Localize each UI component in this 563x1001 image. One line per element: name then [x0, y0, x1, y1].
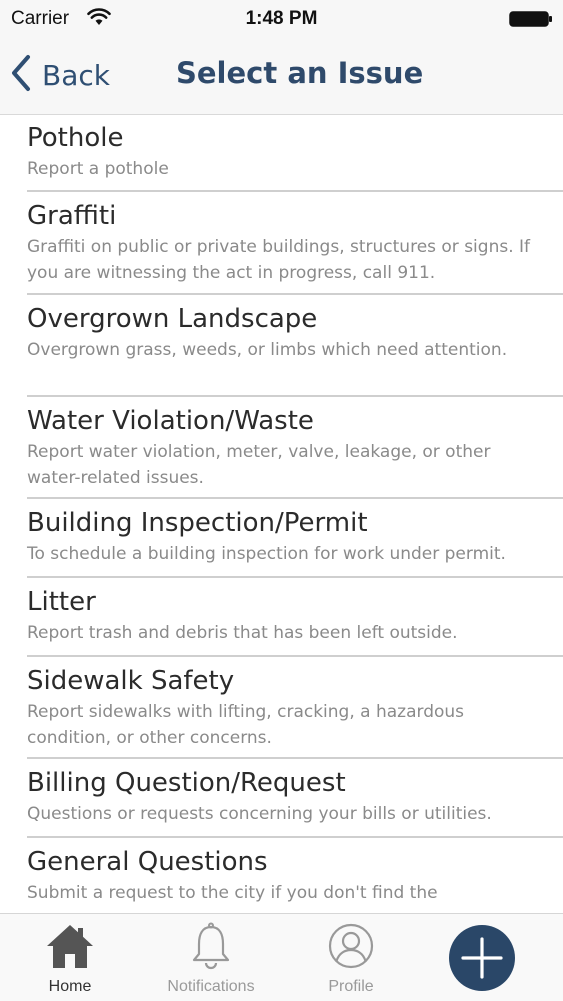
- issue-description: To schedule a building inspection for wo…: [27, 544, 506, 564]
- issue-description: Report water violation, meter, valve, le…: [27, 442, 491, 488]
- divider: [27, 293, 563, 295]
- divider: [27, 655, 563, 657]
- issue-item-water-violation[interactable]: Water Violation/Waste Report water viola…: [0, 398, 563, 498]
- navigation-bar: Back Select an Issue: [0, 38, 563, 115]
- issue-description: Report sidewalks with lifting, cracking,…: [27, 702, 465, 748]
- divider: [27, 497, 563, 499]
- divider: [27, 757, 563, 759]
- issue-description: Overgrown grass, weeds, or limbs which n…: [27, 340, 508, 360]
- tab-bar: Home Notifications Profile: [0, 913, 563, 1001]
- issue-item-graffiti[interactable]: Graffiti Graffiti on public or private b…: [0, 193, 563, 294]
- tab-label: Home: [48, 978, 92, 995]
- issue-item-building-inspection[interactable]: Building Inspection/Permit To schedule a…: [0, 500, 563, 577]
- tab-profile[interactable]: Profile: [301, 914, 401, 1001]
- issue-title: General Questions: [27, 847, 268, 877]
- user-icon: [327, 922, 375, 974]
- tab-label: Notifications: [167, 978, 255, 995]
- add-button[interactable]: [449, 925, 515, 991]
- tab-label: Profile: [328, 978, 374, 995]
- chevron-left-icon: [10, 54, 32, 96]
- issue-item-sidewalk-safety[interactable]: Sidewalk Safety Report sidewalks with li…: [0, 658, 563, 758]
- home-icon: [45, 922, 95, 974]
- issue-title: Sidewalk Safety: [27, 666, 235, 696]
- issue-item-general-questions[interactable]: General Questions Submit a request to th…: [0, 839, 563, 913]
- divider: [27, 576, 563, 578]
- issue-list[interactable]: Pothole Report a pothole Graffiti Graffi…: [0, 115, 563, 913]
- issue-item-overgrown-landscape[interactable]: Overgrown Landscape Overgrown grass, wee…: [0, 296, 563, 396]
- issue-title: Building Inspection/Permit: [27, 508, 368, 538]
- issue-item-pothole[interactable]: Pothole Report a pothole: [0, 115, 563, 191]
- plus-icon: [449, 925, 515, 995]
- issue-title: Pothole: [27, 123, 124, 153]
- issue-description: Questions or requests concerning your bi…: [27, 804, 492, 824]
- status-bar: Carrier 1:48 PM: [0, 0, 563, 38]
- divider: [27, 395, 563, 397]
- issue-title: Overgrown Landscape: [27, 304, 318, 334]
- issue-title: Graffiti: [27, 201, 117, 231]
- tab-notifications[interactable]: Notifications: [146, 914, 276, 1001]
- issue-description: Report a pothole: [27, 159, 169, 179]
- issue-item-litter[interactable]: Litter Report trash and debris that has …: [0, 579, 563, 656]
- issue-description: Report trash and debris that has been le…: [27, 623, 458, 643]
- tab-home[interactable]: Home: [20, 914, 120, 1001]
- issue-item-billing-question[interactable]: Billing Question/Request Questions or re…: [0, 760, 563, 837]
- divider: [27, 190, 563, 192]
- issue-description: Graffiti on public or private buildings,…: [27, 237, 531, 283]
- issue-title: Litter: [27, 587, 96, 617]
- back-label: Back: [42, 58, 110, 92]
- status-time: 1:48 PM: [245, 8, 318, 29]
- back-button[interactable]: Back: [10, 52, 110, 98]
- battery-icon: [509, 11, 553, 31]
- divider: [27, 836, 563, 838]
- issue-title: Billing Question/Request: [27, 768, 346, 798]
- page-title: Select an Issue: [176, 56, 424, 90]
- issue-description: Submit a request to the city if you don'…: [27, 883, 438, 903]
- issue-title: Water Violation/Waste: [27, 406, 314, 436]
- bell-icon: [189, 922, 233, 974]
